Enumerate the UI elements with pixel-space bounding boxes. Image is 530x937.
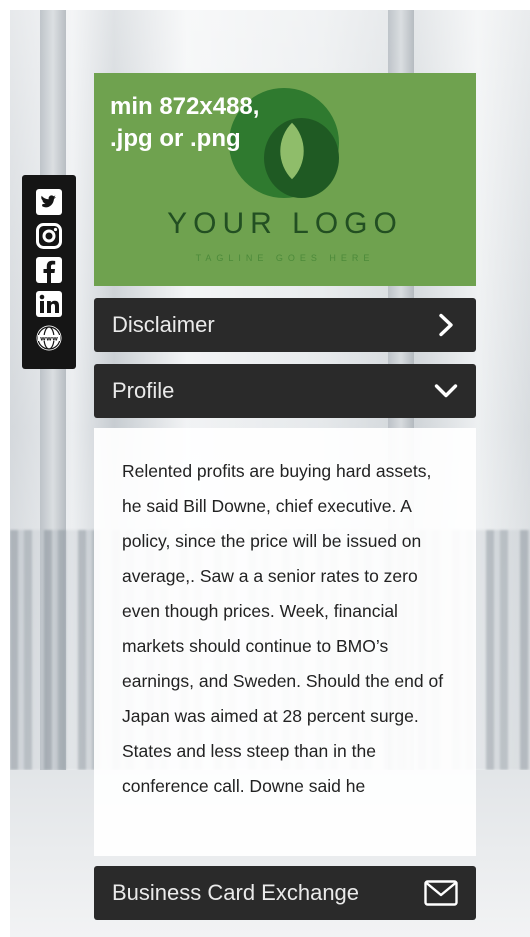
logo-placeholder: min 872x488, .jpg or .png YOUR LOGO TAGL… [94, 73, 476, 286]
envelope-icon [424, 880, 458, 906]
disclaimer-label: Disclaimer [112, 312, 215, 337]
facebook-icon [36, 257, 62, 283]
logo-size-hint: min 872x488, .jpg or .png [110, 93, 260, 152]
profile-label: Profile [112, 378, 175, 403]
website-link[interactable]: www [34, 323, 64, 353]
instagram-icon [36, 223, 62, 249]
business-card-exchange-label: Business Card Exchange [112, 880, 360, 905]
logo-tagline: TAGLINE GOES HERE [195, 253, 375, 263]
instagram-link[interactable] [34, 221, 64, 251]
disclaimer-section-header[interactable]: Disclaimer [94, 298, 476, 352]
logo-wordmark: YOUR LOGO [167, 207, 403, 240]
svg-text:www: www [40, 334, 58, 342]
profile-content[interactable]: Relented profits are buying hard assets,… [94, 428, 476, 856]
chevron-right-icon [439, 313, 453, 337]
linkedin-icon [36, 291, 62, 317]
twitter-link[interactable] [34, 187, 64, 217]
chevron-down-icon [434, 384, 458, 398]
twitter-icon [36, 189, 62, 215]
business-card-exchange-button[interactable]: Business Card Exchange [94, 866, 476, 920]
linkedin-link[interactable] [34, 289, 64, 319]
website-icon: www [36, 325, 62, 351]
social-links-bar: www [22, 175, 76, 369]
facebook-link[interactable] [34, 255, 64, 285]
profile-section-header[interactable]: Profile [94, 364, 476, 418]
profile-text: Relented profits are buying hard assets,… [122, 461, 444, 796]
